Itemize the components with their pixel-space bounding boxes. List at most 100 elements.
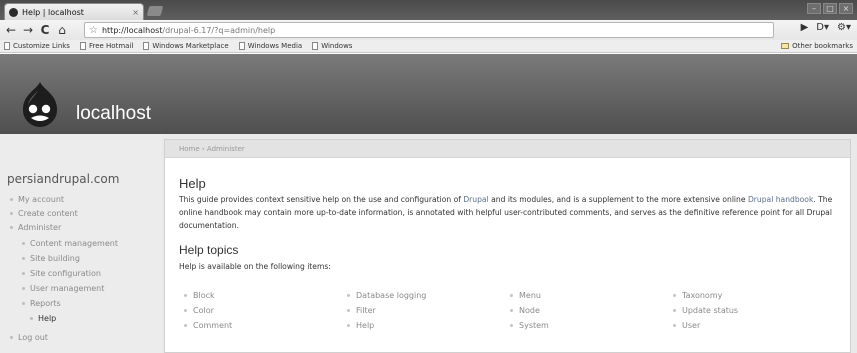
sidebar: persiandrupal.com My account Create cont…: [0, 134, 162, 353]
url-path: /drupal-6.17/?q=admin/help: [162, 25, 276, 35]
help-topic-link[interactable]: Node: [510, 306, 540, 315]
help-topics-heading: Help topics: [179, 243, 239, 257]
help-topic-link[interactable]: User: [673, 321, 700, 330]
bullet-icon: [347, 294, 350, 297]
address-bar[interactable]: ☆ http://localhost/drupal-6.17/?q=admin/…: [84, 22, 774, 38]
topic-label: Block: [193, 291, 215, 300]
page-icon: [4, 42, 10, 50]
bullet-icon: [510, 324, 513, 327]
page-icon: [312, 42, 319, 50]
help-intro-text: This guide provides context sensitive he…: [179, 193, 845, 232]
sidebar-item-help[interactable]: Help: [30, 314, 56, 323]
menu-label: Help: [38, 314, 57, 323]
page-icon: [238, 42, 245, 50]
bookmark-item[interactable]: Windows Media: [238, 42, 302, 50]
topic-label: Menu: [519, 291, 541, 300]
bullet-icon: [22, 302, 25, 305]
breadcrumb[interactable]: Home › Administer: [179, 145, 245, 153]
bookmark-star-icon[interactable]: ☆: [89, 25, 98, 36]
window-controls: – □ ×: [807, 3, 853, 14]
bookmark-label: Free Hotmail: [88, 42, 134, 50]
topic-label: Comment: [193, 321, 233, 330]
bullet-icon: [22, 287, 25, 290]
sidebar-item-site-building[interactable]: Site building: [22, 254, 80, 263]
topic-label: Color: [193, 306, 214, 315]
help-topic-link[interactable]: Filter: [347, 306, 376, 315]
bullet-icon: [673, 324, 676, 327]
menu-label: Reports: [30, 299, 61, 308]
site-name[interactable]: localhost: [76, 103, 151, 125]
page-menu-icon[interactable]: D▾: [816, 22, 829, 33]
bullet-icon: [347, 309, 350, 312]
page-icon: [143, 42, 150, 50]
sidebar-item-site-configuration[interactable]: Site configuration: [22, 269, 101, 278]
bullet-icon: [10, 198, 13, 201]
help-topic-link[interactable]: Menu: [510, 291, 541, 300]
browser-tab[interactable]: Help | localhost ×: [4, 3, 144, 20]
page-icon: [79, 42, 86, 50]
sidebar-item-reports[interactable]: Reports: [22, 299, 61, 308]
help-topic-link[interactable]: Help: [347, 321, 374, 330]
wrench-menu-icon[interactable]: ⚙▾: [837, 22, 851, 33]
new-tab-button[interactable]: [146, 6, 164, 16]
bookmark-label: Customize Links: [13, 42, 70, 50]
bookmark-label: Windows: [321, 42, 353, 50]
drupal-logo-icon[interactable]: [18, 80, 62, 128]
help-topic-link[interactable]: System: [510, 321, 549, 330]
menu-label: Content management: [30, 239, 118, 248]
main-content: Home › Administer Help This guide provid…: [164, 139, 851, 353]
menu-label: My account: [18, 195, 65, 204]
bullet-icon: [10, 336, 13, 339]
url-text: http://localhost/drupal-6.17/?q=admin/he…: [102, 26, 275, 35]
drupal-link[interactable]: Drupal: [463, 195, 488, 204]
sidebar-item-user-management[interactable]: User management: [22, 284, 104, 293]
reload-button[interactable]: C: [38, 23, 52, 37]
help-topic-link[interactable]: Database logging: [347, 291, 426, 300]
drupal-handbook-link[interactable]: Drupal handbook: [748, 195, 813, 204]
topic-label: User: [682, 321, 701, 330]
sidebar-item-content-management[interactable]: Content management: [22, 239, 118, 248]
back-button[interactable]: ←: [4, 23, 18, 37]
help-topic-link[interactable]: Comment: [184, 321, 232, 330]
bullet-icon: [22, 257, 25, 260]
bullet-icon: [673, 309, 676, 312]
sidebar-item-create-content[interactable]: Create content: [10, 209, 78, 218]
bookmark-item[interactable]: Windows Marketplace: [143, 42, 229, 50]
bookmark-item[interactable]: Windows: [312, 42, 352, 50]
go-icon[interactable]: ▶: [801, 22, 809, 33]
other-bookmarks[interactable]: Other bookmarks: [781, 42, 853, 50]
forward-button[interactable]: →: [21, 23, 35, 37]
folder-icon: [781, 43, 790, 49]
menu-label: Create content: [18, 209, 78, 218]
help-topic-link[interactable]: Block: [184, 291, 215, 300]
topic-label: System: [519, 321, 549, 330]
help-topic-link[interactable]: Update status: [673, 306, 738, 315]
menu-label: Site configuration: [30, 269, 101, 278]
bullet-icon: [22, 242, 25, 245]
url-host: http://localhost: [101, 25, 163, 35]
topic-label: Help: [356, 321, 375, 330]
menu-label: Administer: [18, 223, 62, 232]
sidebar-item-my-account[interactable]: My account: [10, 195, 64, 204]
close-window-button[interactable]: ×: [839, 3, 853, 14]
bullet-icon: [10, 226, 13, 229]
home-button[interactable]: ⌂: [55, 23, 69, 37]
other-bookmarks-label: Other bookmarks: [792, 42, 853, 50]
tab-close-icon[interactable]: ×: [132, 8, 139, 17]
bullet-icon: [184, 294, 187, 297]
menu-label: User management: [30, 284, 105, 293]
bookmark-item[interactable]: Free Hotmail: [79, 42, 134, 50]
bullet-icon: [22, 272, 25, 275]
sidebar-item-administer[interactable]: Administer: [10, 223, 61, 232]
maximize-button[interactable]: □: [823, 3, 837, 14]
minimize-button[interactable]: –: [807, 3, 821, 14]
sidebar-item-log-out[interactable]: Log out: [10, 333, 48, 342]
sidebar-block-title: persiandrupal.com: [7, 172, 120, 186]
bullet-icon: [510, 294, 513, 297]
help-topic-link[interactable]: Color: [184, 306, 214, 315]
breadcrumb-bar: Home › Administer: [165, 140, 850, 158]
bullet-icon: [30, 317, 33, 320]
help-topic-link[interactable]: Taxonomy: [673, 291, 722, 300]
toolbar-menu-icons: ▶ D▾ ⚙▾: [801, 22, 851, 33]
bookmark-item[interactable]: Customize Links: [4, 42, 70, 50]
